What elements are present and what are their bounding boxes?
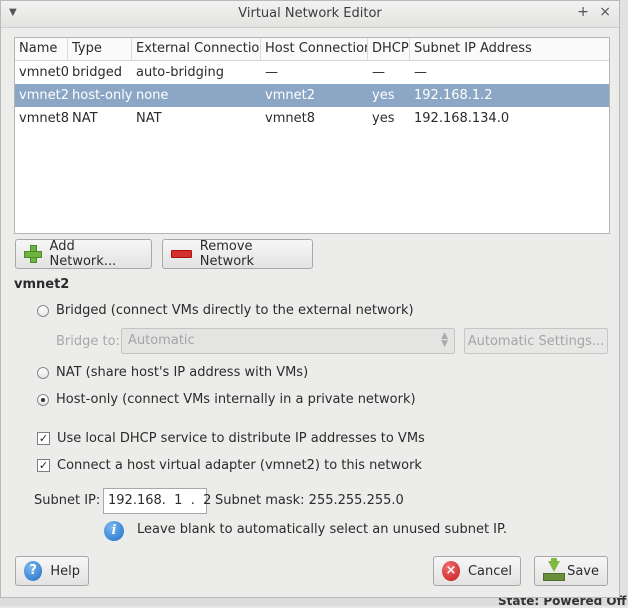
title-bar: ▼ Virtual Network Editor + × xyxy=(1,1,619,28)
save-icon xyxy=(543,558,565,581)
updown-arrows-icon: ▲ ▼ xyxy=(441,331,448,349)
hostonly-radio[interactable] xyxy=(37,393,49,406)
table-cell: — xyxy=(372,65,385,80)
table-cell: vmnet0 xyxy=(19,65,68,80)
plus-icon xyxy=(24,245,42,263)
section-title: vmnet2 xyxy=(14,277,70,292)
table-row-selected[interactable]: vmnet2 host-only none vmnet2 yes 192.168… xyxy=(15,84,609,107)
automatic-settings-label: Automatic Settings... xyxy=(467,333,605,349)
bridge-to-select[interactable]: Automatic ▲ ▼ xyxy=(121,328,455,354)
table-cell: NAT xyxy=(72,111,98,126)
network-table[interactable]: Name Type External Connection Host Conne… xyxy=(14,37,610,234)
dhcp-option[interactable]: ✓ Use local DHCP service to distribute I… xyxy=(37,431,425,446)
column-header-dhcp[interactable]: DHCP xyxy=(368,38,410,60)
add-network-label: Add Network... xyxy=(49,239,117,269)
subnet-mask-label: Subnet mask: xyxy=(215,493,305,508)
maximize-icon[interactable]: + xyxy=(577,4,589,20)
remove-network-button[interactable]: Remove Network xyxy=(162,239,313,269)
table-cell: host-only xyxy=(72,88,132,103)
table-row[interactable]: vmnet8 NAT NAT vmnet8 yes 192.168.134.0 xyxy=(15,107,609,130)
table-cell: vmnet2 xyxy=(19,88,68,103)
bridged-option[interactable]: Bridged (connect VMs directly to the ext… xyxy=(37,303,414,318)
window-title: Virtual Network Editor xyxy=(238,6,382,21)
column-header-type[interactable]: Type xyxy=(68,38,132,60)
host-adapter-checkbox[interactable]: ✓ xyxy=(37,459,50,472)
table-cell: 192.168.1.2 xyxy=(414,88,493,103)
cancel-icon: × xyxy=(442,561,460,581)
column-header-external-connection[interactable]: External Connection xyxy=(132,38,261,60)
bridged-label: Bridged (connect VMs directly to the ext… xyxy=(56,303,414,318)
table-cell: NAT xyxy=(136,111,162,126)
help-label: Help xyxy=(50,563,80,579)
table-cell: vmnet8 xyxy=(265,111,315,126)
table-cell: yes xyxy=(372,88,395,103)
table-cell: auto-bridging xyxy=(136,65,225,80)
table-cell: 192.168.134.0 xyxy=(414,111,510,126)
help-icon: ? xyxy=(24,561,43,581)
column-header-subnet-ip[interactable]: Subnet IP Address xyxy=(410,38,607,60)
subnet-hint: Leave blank to automatically select an u… xyxy=(137,522,507,537)
cancel-button[interactable]: × Cancel xyxy=(433,556,521,586)
nat-label: NAT (share host's IP address with VMs) xyxy=(56,365,309,380)
save-button[interactable]: Save xyxy=(534,556,608,586)
nat-radio[interactable] xyxy=(37,366,49,379)
host-adapter-option[interactable]: ✓ Connect a host virtual adapter (vmnet2… xyxy=(37,458,422,473)
bridge-to-value: Automatic xyxy=(128,333,195,348)
dhcp-checkbox[interactable]: ✓ xyxy=(37,432,50,445)
subnet-ip-input[interactable]: 192.168. 1 . 2 xyxy=(103,488,211,514)
hostonly-label: Host-only (connect VMs internally in a p… xyxy=(56,392,416,407)
save-label: Save xyxy=(567,563,599,579)
table-cell: yes xyxy=(372,111,395,126)
table-cell: none xyxy=(136,88,169,103)
close-icon[interactable]: × xyxy=(599,4,611,20)
table-cell: — xyxy=(265,65,278,80)
column-header-name[interactable]: Name xyxy=(15,38,68,60)
subnet-mask-value: 255.255.255.0 xyxy=(308,493,404,508)
hostonly-option[interactable]: Host-only (connect VMs internally in a p… xyxy=(37,392,416,407)
subnet-ip-label: Subnet IP: xyxy=(34,493,101,508)
column-header-host-connection[interactable]: Host Connection xyxy=(261,38,368,60)
virtual-network-editor-dialog: ▼ Virtual Network Editor + × Name Type E… xyxy=(0,0,620,598)
background-window-edge xyxy=(620,0,628,606)
table-row[interactable]: vmnet0 bridged auto-bridging — — — xyxy=(15,61,609,84)
host-adapter-label: Connect a host virtual adapter (vmnet2) … xyxy=(57,458,422,473)
minus-icon xyxy=(171,250,192,258)
cancel-label: Cancel xyxy=(467,563,512,579)
table-cell: vmnet8 xyxy=(19,111,68,126)
bridged-radio[interactable] xyxy=(37,304,49,317)
table-header: Name Type External Connection Host Conne… xyxy=(15,38,609,61)
remove-network-label: Remove Network xyxy=(199,239,255,269)
nat-option[interactable]: NAT (share host's IP address with VMs) xyxy=(37,365,308,380)
table-cell: bridged xyxy=(72,65,122,80)
info-icon: i xyxy=(104,521,124,541)
table-cell: — xyxy=(414,65,427,80)
bridge-to-label: Bridge to: xyxy=(56,334,120,349)
help-button[interactable]: ? Help xyxy=(15,556,89,586)
table-cell: vmnet2 xyxy=(265,88,315,103)
dhcp-label: Use local DHCP service to distribute IP … xyxy=(57,431,425,446)
automatic-settings-button[interactable]: Automatic Settings... xyxy=(464,328,608,354)
add-network-button[interactable]: Add Network... xyxy=(15,239,152,269)
subnet-mask-text: Subnet mask: 255.255.255.0 xyxy=(215,493,404,508)
